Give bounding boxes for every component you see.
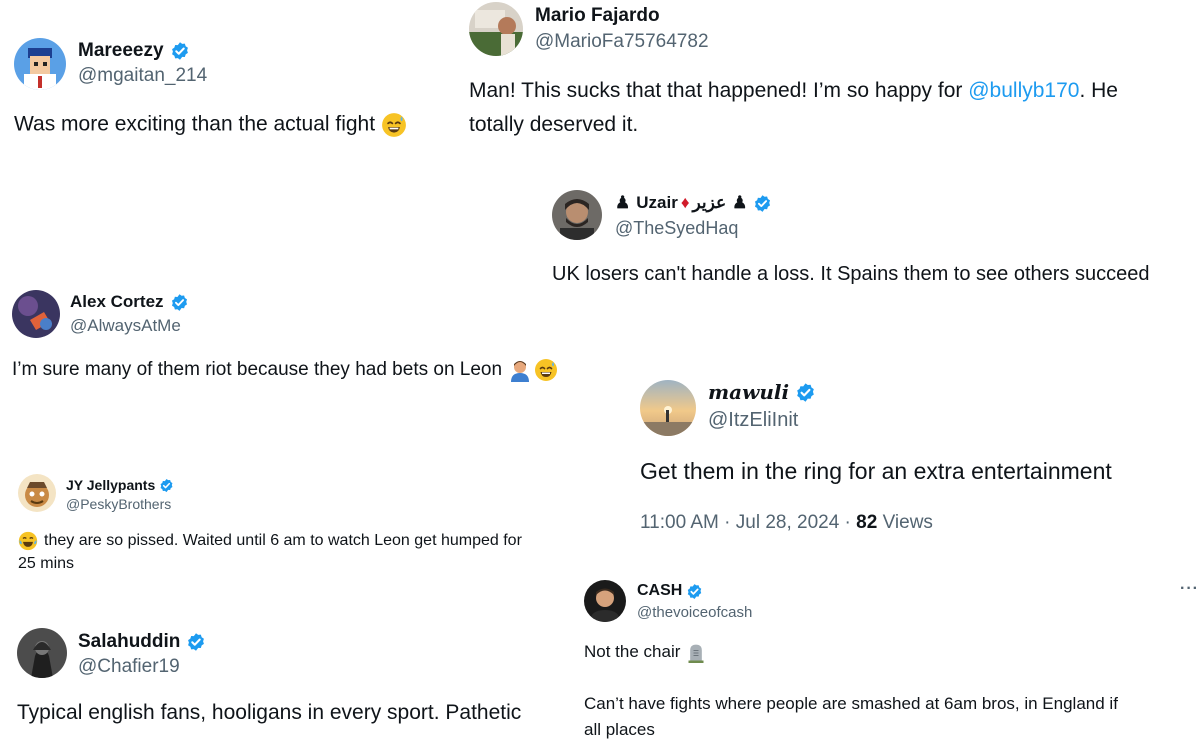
user-handle[interactable]: @PeskyBrothers	[66, 496, 171, 512]
tweet-text-body: they are so pissed. Waited until 6 am to…	[44, 532, 522, 550]
man-emoji-icon	[508, 358, 532, 382]
tweet-timestamp[interactable]: 11:00 AM · Jul 28, 2024 · 82 Views	[640, 512, 933, 534]
display-name[interactable]: CASH	[637, 582, 703, 600]
timestamp-text: 11:00 AM · Jul 28, 2024 ·	[640, 512, 857, 533]
verified-badge-icon	[686, 583, 703, 600]
tweet-text-line2: Can’t have fights where people are smash…	[584, 694, 1118, 713]
avatar[interactable]	[18, 474, 56, 512]
mention-link[interactable]: @bullyb170	[968, 79, 1079, 102]
verified-badge-icon	[170, 41, 190, 61]
tweet-text-body: I’m sure many of them riot because they …	[12, 359, 503, 381]
display-name[interactable]: JY Jellypants	[66, 477, 174, 493]
avatar[interactable]	[14, 38, 66, 90]
views-label: Views	[877, 512, 933, 533]
tweet-text: they are so pissed. Waited until 6 am to…	[18, 531, 522, 551]
diamond-icon: ♦	[680, 193, 690, 212]
display-name-suffix: عزير	[692, 193, 727, 212]
tweet-text-line2: totally deserved it.	[469, 113, 639, 136]
tweet-text: Man! This sucks that that happened! I’m …	[469, 79, 1118, 103]
tweet-text-body: Man! This sucks that that happened! I’m …	[469, 79, 969, 102]
tweet-text: Typical english fans, hooligans in every…	[17, 701, 522, 724]
more-options-icon[interactable]: ···	[1180, 580, 1199, 598]
display-name-text: Alex Cortez	[70, 292, 164, 311]
tweet-text: Get them in the ring for an extra entert…	[640, 458, 1112, 484]
user-handle[interactable]: @Chafier19	[78, 656, 180, 678]
verified-badge-icon	[170, 293, 189, 312]
chess-pawn-icon: ♟	[615, 193, 631, 212]
user-handle[interactable]: @AlwaysAtMe	[70, 316, 181, 336]
avatar[interactable]	[552, 190, 602, 240]
tweet-text-line2: 25 mins	[18, 555, 75, 572]
display-name[interactable]: Alex Cortez	[70, 292, 189, 312]
user-handle[interactable]: @mgaitan_214	[78, 65, 207, 87]
display-name-text: Mareeezy	[78, 40, 164, 61]
tweet-text: I’m sure many of them riot because they …	[12, 358, 558, 382]
user-handle[interactable]: @MarioFa75764782	[535, 31, 709, 53]
verified-badge-icon	[753, 194, 772, 213]
tweet-text: UK losers can't handle a loss. It Spains…	[552, 263, 1150, 285]
tweet-text-line3: all places	[584, 720, 655, 739]
display-name-text: CASH	[637, 582, 683, 599]
display-name-text: Uzair	[636, 193, 678, 212]
display-name[interactable]: Mario Fajardo	[535, 5, 660, 27]
tweet-text: Not the chair	[584, 642, 706, 663]
verified-badge-icon	[186, 632, 206, 652]
display-name-text: JY Jellypants	[66, 477, 156, 493]
tweet-text-body: Was more exciting than the actual fight	[14, 112, 376, 136]
avatar[interactable]	[469, 2, 523, 56]
user-handle[interactable]: @thevoiceofcash	[637, 604, 752, 621]
avatar[interactable]	[584, 580, 626, 622]
chess-pawn-icon: ♟	[732, 193, 748, 212]
display-name[interactable]: ♟ Uzair ♦ عزير ♟	[615, 193, 772, 213]
user-handle[interactable]: @TheSyedHaq	[615, 218, 738, 239]
display-name[interactable]: Salahuddin	[78, 631, 206, 653]
display-name-text: Salahuddin	[78, 631, 181, 652]
display-name[interactable]: mawuli	[708, 380, 816, 404]
avatar[interactable]	[640, 380, 696, 436]
avatar[interactable]	[12, 290, 60, 338]
display-name-text: Mario Fajardo	[535, 5, 660, 26]
avatar[interactable]	[17, 628, 67, 678]
tears-of-joy-emoji-icon	[18, 531, 38, 551]
headstone-emoji-icon	[686, 643, 706, 663]
sweat-smile-emoji-icon	[381, 112, 407, 138]
sweat-smile-emoji-icon	[534, 358, 558, 382]
verified-badge-icon	[159, 478, 174, 493]
verified-badge-icon	[795, 382, 816, 403]
tweet-text-body: . He	[1079, 79, 1118, 102]
tweet-text-body: Not the chair	[584, 642, 681, 661]
display-name[interactable]: Mareeezy	[78, 40, 190, 62]
display-name-text: mawuli	[708, 380, 790, 404]
user-handle[interactable]: @ItzEliInit	[708, 409, 798, 432]
views-count: 82	[856, 512, 878, 533]
tweet-text: Was more exciting than the actual fight	[14, 112, 407, 138]
